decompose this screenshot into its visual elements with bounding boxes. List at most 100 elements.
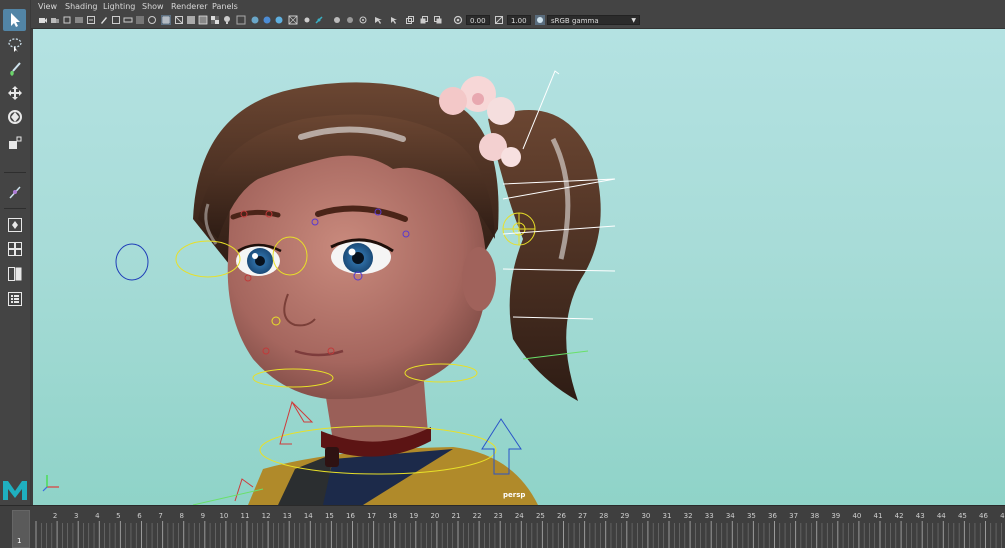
smooth-wireframe-button[interactable] bbox=[358, 15, 368, 25]
hud-button[interactable] bbox=[373, 15, 383, 25]
frame-tick-label: 40 bbox=[852, 512, 861, 520]
wireframe-on-shaded-button[interactable] bbox=[198, 15, 208, 25]
field-chart-icon bbox=[148, 16, 156, 24]
view-transform-value: sRGB gamma bbox=[551, 17, 599, 25]
frame-tick-label: 35 bbox=[747, 512, 756, 520]
use-all-lights-button[interactable] bbox=[222, 15, 232, 25]
gamma-icon bbox=[495, 16, 503, 24]
current-frame-marker[interactable]: 1 bbox=[12, 510, 30, 548]
frame-tick-label: 22 bbox=[473, 512, 482, 520]
menu-panels[interactable]: Panels bbox=[212, 0, 238, 13]
motion-blur-button[interactable] bbox=[262, 15, 272, 25]
pan-zoom-icon bbox=[87, 16, 95, 24]
backface-icon bbox=[347, 17, 353, 23]
gate-mask-button[interactable] bbox=[135, 15, 145, 25]
isolate-select-button[interactable] bbox=[332, 15, 342, 25]
selection-icon bbox=[391, 17, 397, 24]
film-gate-button[interactable] bbox=[111, 15, 121, 25]
frame-tick-label: 33 bbox=[705, 512, 714, 520]
color-management-icon bbox=[537, 17, 543, 23]
soft-modify-tool-button[interactable] bbox=[3, 181, 26, 203]
grease-pencil-button[interactable] bbox=[99, 15, 109, 25]
light-bulb-icon bbox=[224, 16, 230, 24]
camera-icon bbox=[39, 18, 47, 23]
exposure-toggle-button[interactable] bbox=[453, 15, 463, 25]
move-tool-button[interactable] bbox=[3, 82, 26, 104]
frame-all-button[interactable] bbox=[405, 15, 415, 25]
two-view-layout-button[interactable] bbox=[3, 263, 26, 285]
shadows-icon bbox=[236, 15, 246, 25]
outliner-layout-button[interactable] bbox=[3, 288, 26, 310]
paint-select-tool-button[interactable] bbox=[3, 58, 26, 80]
timeline-ruler[interactable]: 2 3 4 5 6 7 8 9 10 11 12 13 14 15 16 17 18 19 20 21 22 23 24 25… bbox=[32, 509, 1005, 548]
bookmarks-button[interactable] bbox=[62, 15, 72, 25]
frame-tick-label: 31 bbox=[663, 512, 672, 520]
frame-tick-label: 3 bbox=[74, 512, 78, 520]
image-plane-button[interactable] bbox=[74, 15, 84, 25]
frame-selection-button[interactable] bbox=[419, 15, 429, 25]
lasso-tool-button[interactable] bbox=[3, 34, 26, 56]
frame-tick-label: 6 bbox=[137, 512, 142, 520]
head-fk-arrow bbox=[279, 400, 314, 445]
screen-space-ao-button[interactable] bbox=[250, 15, 260, 25]
smooth-wire-icon bbox=[359, 16, 367, 24]
frame-tick-label: 21 bbox=[452, 512, 461, 520]
copy-icon bbox=[434, 16, 442, 24]
camera-attributes-button[interactable] bbox=[433, 15, 443, 25]
gamma-toggle-button[interactable] bbox=[494, 15, 504, 25]
grid-toggle-button[interactable] bbox=[161, 15, 171, 25]
panel-menu-bar: View Shading Lighting Show Renderer Pane… bbox=[31, 0, 1005, 13]
menu-show[interactable]: Show bbox=[142, 0, 164, 13]
select-toggle-button[interactable] bbox=[389, 15, 399, 25]
select-tool-button[interactable] bbox=[3, 9, 26, 31]
2d-pan-zoom-button[interactable] bbox=[86, 15, 96, 25]
frame-tick-label: 20 bbox=[430, 512, 439, 520]
paint-brush-icon bbox=[9, 62, 21, 76]
pencil-icon bbox=[101, 17, 107, 24]
frame-all-icon bbox=[406, 16, 414, 24]
exposure-icon bbox=[453, 15, 463, 25]
gamma-field[interactable]: 1.00 bbox=[507, 15, 531, 25]
shadows-button[interactable] bbox=[236, 15, 246, 25]
multisample-aa-button[interactable] bbox=[274, 15, 284, 25]
view-transform-dropdown[interactable]: sRGB gamma ▼ bbox=[547, 15, 640, 25]
xray-button[interactable] bbox=[302, 15, 312, 25]
frame-tick-label: 26 bbox=[557, 512, 566, 520]
single-view-layout-button[interactable] bbox=[3, 214, 26, 236]
frame-tick-label: 16 bbox=[346, 512, 355, 520]
quad-view-layout-button[interactable] bbox=[3, 238, 26, 260]
wire-on-shaded-icon bbox=[198, 15, 208, 25]
scale-tool-button[interactable] bbox=[3, 132, 26, 154]
color-management-button[interactable] bbox=[535, 15, 545, 25]
isolate-icon bbox=[334, 17, 340, 23]
frame-tick-label: 15 bbox=[325, 512, 334, 520]
time-slider[interactable]: 1 2 3 4 5 6 7 8 9 10 11 12 13 14 15 16 17 18 19 20 21 22 23 24… bbox=[0, 505, 1005, 548]
frame-tick-label: 2 bbox=[53, 512, 57, 520]
exposure-field[interactable]: 0.00 bbox=[466, 15, 490, 25]
menu-shading[interactable]: Shading bbox=[65, 0, 98, 13]
wireframe-button[interactable] bbox=[174, 15, 184, 25]
frame-tick-label: 9 bbox=[201, 512, 205, 520]
viewport-panel: View Shading Lighting Show Renderer Pane… bbox=[31, 0, 1005, 505]
smooth-shade-button[interactable] bbox=[186, 15, 196, 25]
backface-culling-button[interactable] bbox=[345, 15, 355, 25]
maya-logo-icon bbox=[3, 481, 27, 500]
xray-joints-icon bbox=[315, 16, 323, 24]
field-chart-button[interactable] bbox=[147, 15, 157, 25]
single-pane-icon bbox=[7, 218, 22, 232]
menu-lighting[interactable]: Lighting bbox=[103, 0, 135, 13]
select-camera-button[interactable] bbox=[38, 15, 48, 25]
textured-button[interactable] bbox=[210, 15, 220, 25]
menu-view[interactable]: View bbox=[38, 0, 57, 13]
frame-tick-label: 46 bbox=[979, 512, 988, 520]
smooth-shade-icon bbox=[187, 16, 195, 24]
depth-of-field-button[interactable] bbox=[288, 15, 298, 25]
rotate-tool-button[interactable] bbox=[3, 106, 26, 128]
resolution-gate-button[interactable] bbox=[123, 15, 133, 25]
frame-tick-label: 7 bbox=[158, 512, 162, 520]
lock-camera-button[interactable] bbox=[50, 15, 60, 25]
frame-tick-label: 45 bbox=[958, 512, 967, 520]
3d-viewport[interactable]: persp bbox=[33, 29, 1005, 505]
xray-joints-button[interactable] bbox=[314, 15, 324, 25]
menu-renderer[interactable]: Renderer bbox=[171, 0, 208, 13]
